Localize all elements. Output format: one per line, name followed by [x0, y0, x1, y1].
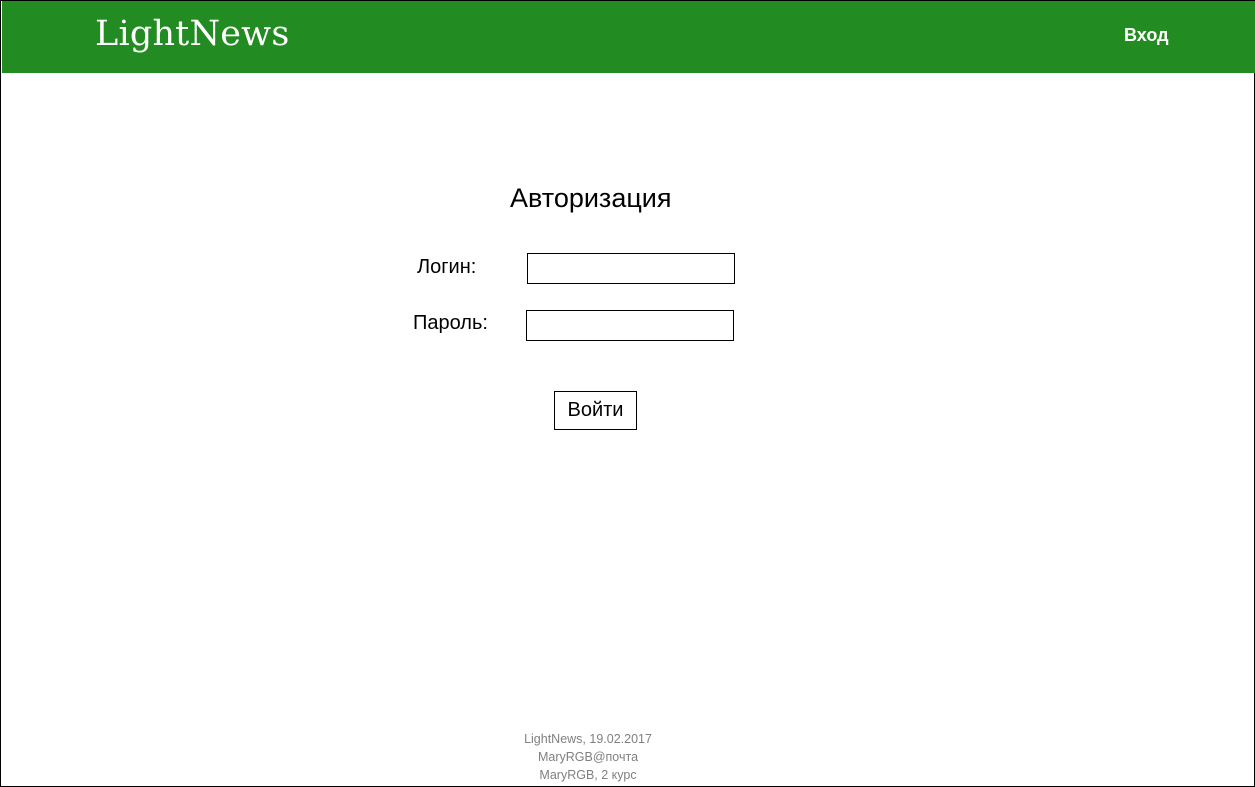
page-frame: LightNews Вход Авторизация Логин: Пароль… [0, 0, 1255, 787]
site-logo[interactable]: LightNews [95, 14, 290, 54]
login-input[interactable] [527, 253, 735, 284]
page-title: Авторизация [510, 183, 672, 213]
password-input[interactable] [526, 310, 734, 341]
submit-button[interactable]: Войти [554, 391, 637, 430]
footer-line-email: MaryRGB@почта [537, 750, 639, 764]
login-link[interactable]: Вход [1124, 25, 1169, 46]
footer-line-author: MaryRGB, 2 курс [539, 768, 637, 782]
footer: LightNews, 19.02.2017 MaryRGB@почта Mary… [488, 730, 688, 784]
footer-line-site-date: LightNews, 19.02.2017 [524, 732, 652, 746]
password-label: Пароль: [413, 312, 488, 334]
top-header: LightNews Вход [2, 1, 1255, 73]
login-label: Логин: [417, 256, 477, 278]
